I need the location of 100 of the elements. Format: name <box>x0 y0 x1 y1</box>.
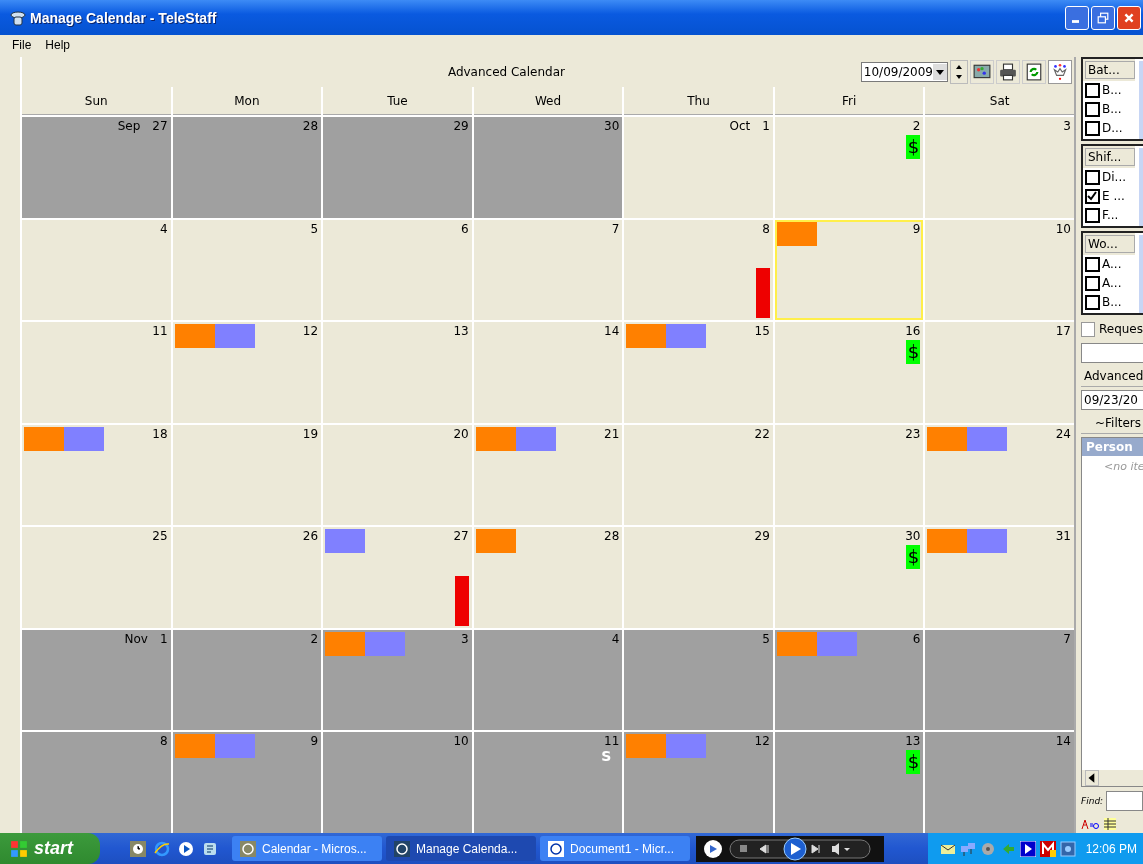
day-cell[interactable]: 21 <box>473 424 623 526</box>
event-bar[interactable] <box>927 529 968 554</box>
day-cell[interactable]: Sep 27 <box>22 117 171 218</box>
day-cell[interactable]: 8 <box>624 219 773 321</box>
day-cell[interactable]: 27 <box>323 527 472 628</box>
checkbox[interactable] <box>1085 188 1100 204</box>
font-icon[interactable] <box>1081 818 1099 830</box>
day-cell[interactable]: 24 <box>925 424 1074 526</box>
checkbox[interactable] <box>1085 82 1100 98</box>
day-cell[interactable]: 18 <box>22 424 171 526</box>
event-bar[interactable] <box>666 324 707 349</box>
day-cell[interactable]: 17 <box>925 322 1074 423</box>
day-cell[interactable]: 28 <box>172 117 322 218</box>
day-cell[interactable]: 6 <box>323 219 472 321</box>
clock-icon[interactable] <box>130 840 146 857</box>
filters-button[interactable]: ~Filters <box>1081 413 1143 434</box>
day-cell[interactable]: 19 <box>172 424 322 526</box>
event-bar[interactable] <box>475 426 516 451</box>
day-cell[interactable]: 10 <box>925 219 1074 321</box>
minimize-button[interactable] <box>1065 5 1089 30</box>
start-button[interactable]: start <box>0 833 100 864</box>
find-field[interactable] <box>1106 791 1143 811</box>
taskbar-button[interactable]: Manage Calenda... <box>386 836 536 861</box>
day-cell[interactable]: 20 <box>323 424 472 526</box>
restore-button[interactable] <box>1091 5 1115 30</box>
day-cell[interactable]: 29 <box>624 527 773 628</box>
refresh-icon[interactable] <box>1022 60 1046 84</box>
day-cell[interactable]: 30 <box>473 117 623 218</box>
network-icon[interactable] <box>959 840 976 857</box>
date-dropdown[interactable]: 10/09/2009 <box>860 62 948 82</box>
day-cell[interactable]: 16 $ <box>774 322 924 423</box>
printer-icon[interactable] <box>996 60 1020 84</box>
table-icon[interactable] <box>1103 817 1117 831</box>
day-cell[interactable]: 13 $ <box>774 732 924 833</box>
scroll-bar[interactable] <box>1082 770 1143 786</box>
day-cell[interactable]: 9 <box>774 219 924 321</box>
day-cell[interactable]: 4 <box>22 219 171 321</box>
event-bar[interactable] <box>967 426 1008 451</box>
day-cell[interactable]: 14 <box>925 732 1074 833</box>
chart-icon[interactable] <box>970 60 994 84</box>
checkbox[interactable] <box>1085 101 1100 117</box>
checkbox[interactable] <box>1085 275 1100 291</box>
day-cell[interactable]: 11 <box>22 322 171 423</box>
day-cell[interactable]: 3 <box>925 117 1074 218</box>
media-icon[interactable] <box>178 840 194 857</box>
list-header[interactable]: Bat... <box>1085 61 1135 79</box>
speaker-icon[interactable] <box>979 840 996 857</box>
day-cell[interactable]: 25 <box>22 527 171 628</box>
checkbox[interactable] <box>1085 256 1100 272</box>
event-bar[interactable] <box>927 426 968 451</box>
day-cell[interactable]: 10 <box>323 732 472 833</box>
menu-item[interactable]: File <box>12 38 32 52</box>
calendar-icon[interactable] <box>1059 840 1076 857</box>
day-cell[interactable]: 7 <box>925 629 1074 731</box>
day-cell[interactable]: 7 <box>473 219 623 321</box>
taskbar-button[interactable]: Document1 - Micr... <box>540 836 690 861</box>
day-cell[interactable]: 5 <box>624 629 773 731</box>
day-cell[interactable]: 8 <box>22 732 171 833</box>
text-field[interactable] <box>1081 343 1143 363</box>
day-cell[interactable]: 2 $ <box>774 117 924 218</box>
day-cell[interactable]: 22 <box>624 424 773 526</box>
event-bar[interactable] <box>515 426 556 451</box>
event-bar[interactable] <box>475 529 516 554</box>
event-bar[interactable] <box>325 529 366 554</box>
event-bar[interactable] <box>967 529 1008 554</box>
browser-icon[interactable] <box>154 840 170 857</box>
date-field[interactable]: 09/23/20 <box>1081 390 1143 410</box>
close-button[interactable] <box>1117 5 1141 30</box>
day-cell[interactable]: 4 <box>473 629 623 731</box>
day-cell[interactable]: Nov 1 <box>22 629 171 731</box>
checkbox[interactable] <box>1081 321 1095 337</box>
day-cell[interactable]: 23 <box>774 424 924 526</box>
taskbar-button[interactable]: Calendar - Micros... <box>232 836 382 861</box>
day-cell[interactable]: 12 <box>172 322 322 423</box>
event-bar[interactable] <box>776 221 817 246</box>
event-bar[interactable] <box>214 324 255 349</box>
play-icon[interactable] <box>1019 840 1036 857</box>
day-cell[interactable]: 26 <box>172 527 322 628</box>
checkbox[interactable] <box>1085 207 1100 223</box>
advanced-button[interactable]: Advanced <box>1081 366 1143 387</box>
event-bar[interactable] <box>64 426 104 451</box>
day-cell[interactable]: 30 $ <box>774 527 924 628</box>
checkbox[interactable] <box>1085 120 1100 136</box>
day-cell[interactable]: 28 <box>473 527 623 628</box>
spinner-button[interactable] <box>950 60 968 84</box>
day-cell[interactable]: 5 <box>172 219 322 321</box>
checkbox[interactable] <box>1085 169 1100 185</box>
menu-item[interactable]: Help <box>45 38 71 52</box>
crown-icon[interactable] <box>1048 60 1072 84</box>
event-bar[interactable] <box>174 324 215 349</box>
checkbox[interactable] <box>1085 294 1100 310</box>
day-cell[interactable]: 29 <box>323 117 472 218</box>
list-header[interactable]: Shif... <box>1085 148 1135 166</box>
event-bar[interactable] <box>24 426 64 451</box>
list-header[interactable]: Wo... <box>1085 235 1135 253</box>
event-bar[interactable] <box>626 324 667 349</box>
document-icon[interactable] <box>202 840 218 857</box>
day-cell[interactable]: 15 <box>624 322 773 423</box>
day-cell[interactable]: 11 S <box>473 732 623 833</box>
day-cell[interactable]: Oct 1 <box>624 117 773 218</box>
